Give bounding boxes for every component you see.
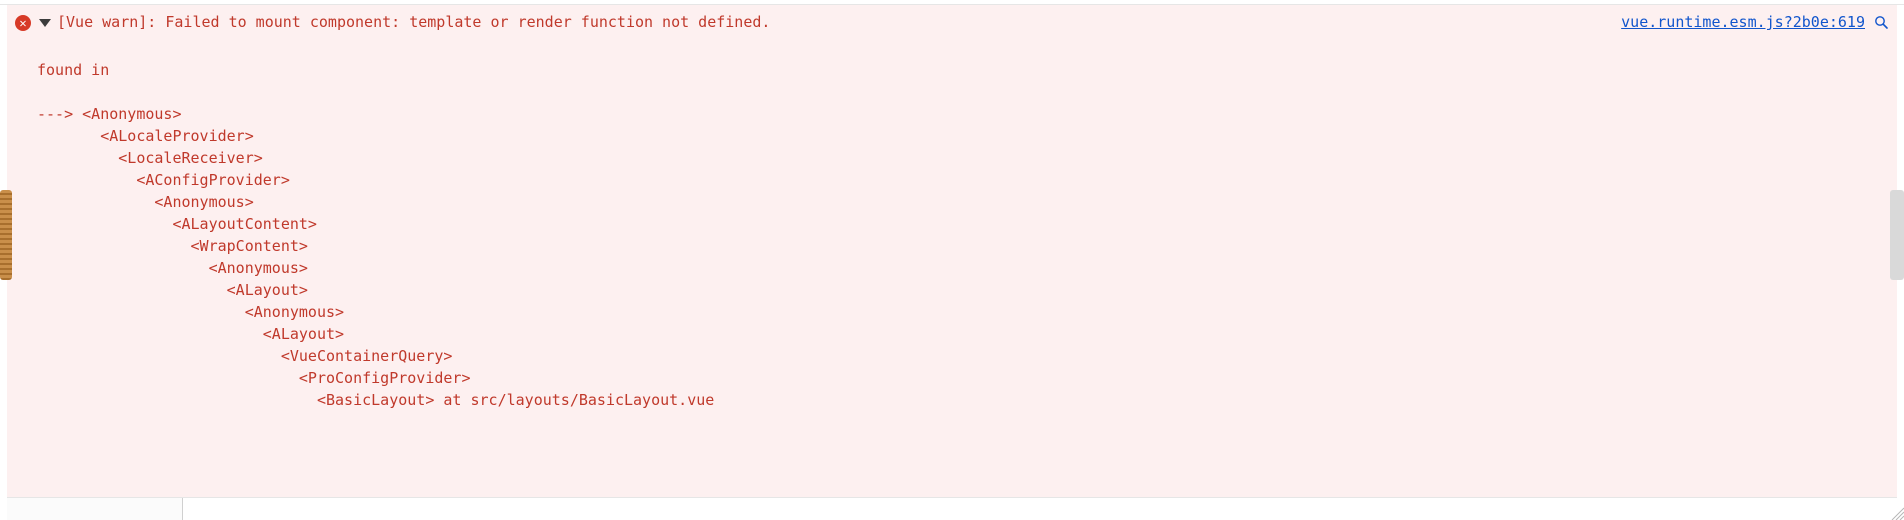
error-icon: ✕: [15, 15, 31, 31]
vertical-scrollbar-thumb[interactable]: [1890, 190, 1904, 280]
console-bottom-bar: [7, 497, 1897, 520]
bottom-bar-left-cell: [7, 498, 183, 520]
source-link[interactable]: vue.runtime.esm.js?2b0e:619: [1621, 13, 1865, 31]
console-error-header: ✕ [Vue warn]: Failed to mount component:…: [7, 5, 1897, 33]
resize-corner-icon[interactable]: [1888, 504, 1904, 520]
error-message: [Vue warn]: Failed to mount component: t…: [57, 11, 770, 33]
console-error-block: ✕ [Vue warn]: Failed to mount component:…: [7, 5, 1897, 520]
console-error-right: vue.runtime.esm.js?2b0e:619: [1621, 11, 1891, 31]
console-error-left: ✕ [Vue warn]: Failed to mount component:…: [9, 11, 770, 33]
devtools-console-panel: ✕ [Vue warn]: Failed to mount component:…: [0, 0, 1904, 520]
component-trace: found in ---> <Anonymous> <ALocaleProvid…: [7, 33, 1897, 411]
left-scroll-stub[interactable]: [0, 190, 12, 280]
disclosure-triangle-icon[interactable]: [39, 19, 51, 27]
search-icon[interactable]: [1873, 14, 1889, 30]
